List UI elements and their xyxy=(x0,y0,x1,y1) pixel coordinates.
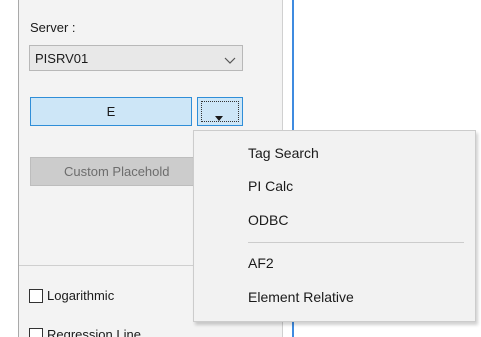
server-label: Server : xyxy=(30,20,76,35)
menu-separator xyxy=(248,242,464,243)
regression-line-label: Regression Line xyxy=(47,327,141,337)
app-window: Server : PISRV01 E Custom Placehold Loga… xyxy=(0,0,481,337)
regression-line-checkbox[interactable] xyxy=(29,327,43,337)
regression-line-checkbox-row[interactable]: Regression Line xyxy=(29,327,141,337)
menu-item-af2[interactable]: AF2 xyxy=(248,255,274,271)
e-button[interactable]: E xyxy=(30,97,192,126)
data-source-menu: Tag Search PI Calc ODBC AF2 Element Rela… xyxy=(193,130,476,322)
caret-down-icon xyxy=(213,108,225,121)
menu-item-tag-search[interactable]: Tag Search xyxy=(248,145,319,161)
menu-item-odbc[interactable]: ODBC xyxy=(248,212,288,228)
menu-toggle-button[interactable] xyxy=(197,97,243,126)
logarithmic-checkbox-row[interactable]: Logarithmic xyxy=(29,288,114,303)
menu-item-pi-calc[interactable]: PI Calc xyxy=(248,178,293,194)
logarithmic-checkbox[interactable] xyxy=(29,288,43,303)
menu-item-element-relative[interactable]: Element Relative xyxy=(248,289,354,305)
server-select-value: PISRV01 xyxy=(35,51,89,66)
logarithmic-label: Logarithmic xyxy=(47,288,115,303)
chevron-down-icon xyxy=(224,51,236,64)
server-select[interactable]: PISRV01 xyxy=(29,45,243,71)
